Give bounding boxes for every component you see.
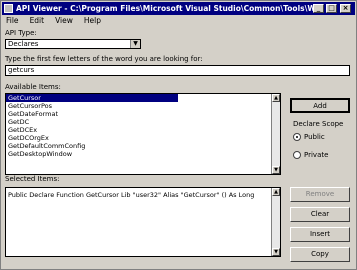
selected-items-text: Public Declare Function GetCursor Lib "u…	[8, 191, 255, 199]
list-item[interactable]: GetDefaultCommConfig	[6, 142, 280, 150]
private-radio-dot[interactable]	[293, 151, 301, 159]
app-icon	[4, 4, 13, 13]
chevron-down-icon[interactable]: ▼	[130, 40, 140, 48]
remove-button[interactable]: Remove	[290, 187, 350, 202]
add-button[interactable]: Add	[290, 98, 350, 113]
menu-help[interactable]: Help	[83, 16, 102, 27]
copy-button[interactable]: Copy	[290, 247, 350, 262]
minimize-button[interactable]: _	[313, 4, 324, 13]
list-item[interactable]: GetDCEx	[6, 126, 280, 134]
api-viewer-window: API Viewer - C:\Program Files\Microsoft …	[0, 0, 357, 270]
close-button[interactable]: ×	[340, 4, 351, 13]
selected-items-box[interactable]: Public Declare Function GetCursor Lib "u…	[5, 187, 281, 257]
list-item[interactable]: GetCursorPos	[6, 102, 280, 110]
available-items-list[interactable]: GetCursor GetCursorPos GetDateFormat GetDC G…	[5, 93, 281, 175]
menu-file[interactable]: File	[5, 16, 20, 27]
list-item[interactable]: GetDesktopWindow	[6, 150, 280, 158]
list-item[interactable]: GetDC	[6, 118, 280, 126]
scroll-down-icon[interactable]: ▼	[272, 248, 280, 256]
insert-button[interactable]: Insert	[290, 227, 350, 242]
declare-scope-label: Declare Scope	[293, 120, 344, 128]
api-type-label: API Type:	[5, 29, 37, 37]
list-item[interactable]: GetDateFormat	[6, 110, 280, 118]
private-radio-label: Private	[304, 151, 329, 159]
selected-items-label: Selected Items:	[5, 175, 60, 183]
list-item[interactable]: GetCursor	[6, 94, 178, 102]
list-item[interactable]: GetDCOrgEx	[6, 134, 280, 142]
api-type-value: Declares	[8, 40, 39, 48]
scroll-down-icon[interactable]: ▼	[272, 166, 280, 174]
public-radio[interactable]: Public	[293, 133, 325, 141]
search-label: Type the first few letters of the word y…	[5, 55, 203, 63]
public-radio-dot[interactable]	[293, 133, 301, 141]
menu-view[interactable]: View	[54, 16, 74, 27]
public-radio-label: Public	[304, 133, 325, 141]
clear-button[interactable]: Clear	[290, 207, 350, 222]
window-title: API Viewer - C:\Program Files\Microsoft …	[16, 4, 316, 13]
menu-edit[interactable]: Edit	[29, 16, 46, 27]
maximize-button[interactable]: □	[326, 4, 337, 13]
menu-bar: File Edit View Help	[5, 16, 102, 27]
selected-items-scrollbar[interactable]: ▲ ▼	[271, 188, 280, 256]
available-items-scrollbar[interactable]: ▲ ▼	[271, 94, 280, 174]
private-radio[interactable]: Private	[293, 151, 328, 159]
scroll-up-icon[interactable]: ▲	[272, 94, 280, 102]
api-type-combobox[interactable]: Declares ▼	[5, 39, 141, 49]
available-items-label: Available Items:	[5, 83, 61, 91]
available-items-rows: GetCursor GetCursorPos GetDateFormat GetDC G…	[6, 94, 280, 158]
title-bar[interactable]: API Viewer - C:\Program Files\Microsoft …	[2, 2, 355, 15]
search-input[interactable]: getcurs	[5, 65, 350, 76]
scroll-up-icon[interactable]: ▲	[272, 188, 280, 196]
